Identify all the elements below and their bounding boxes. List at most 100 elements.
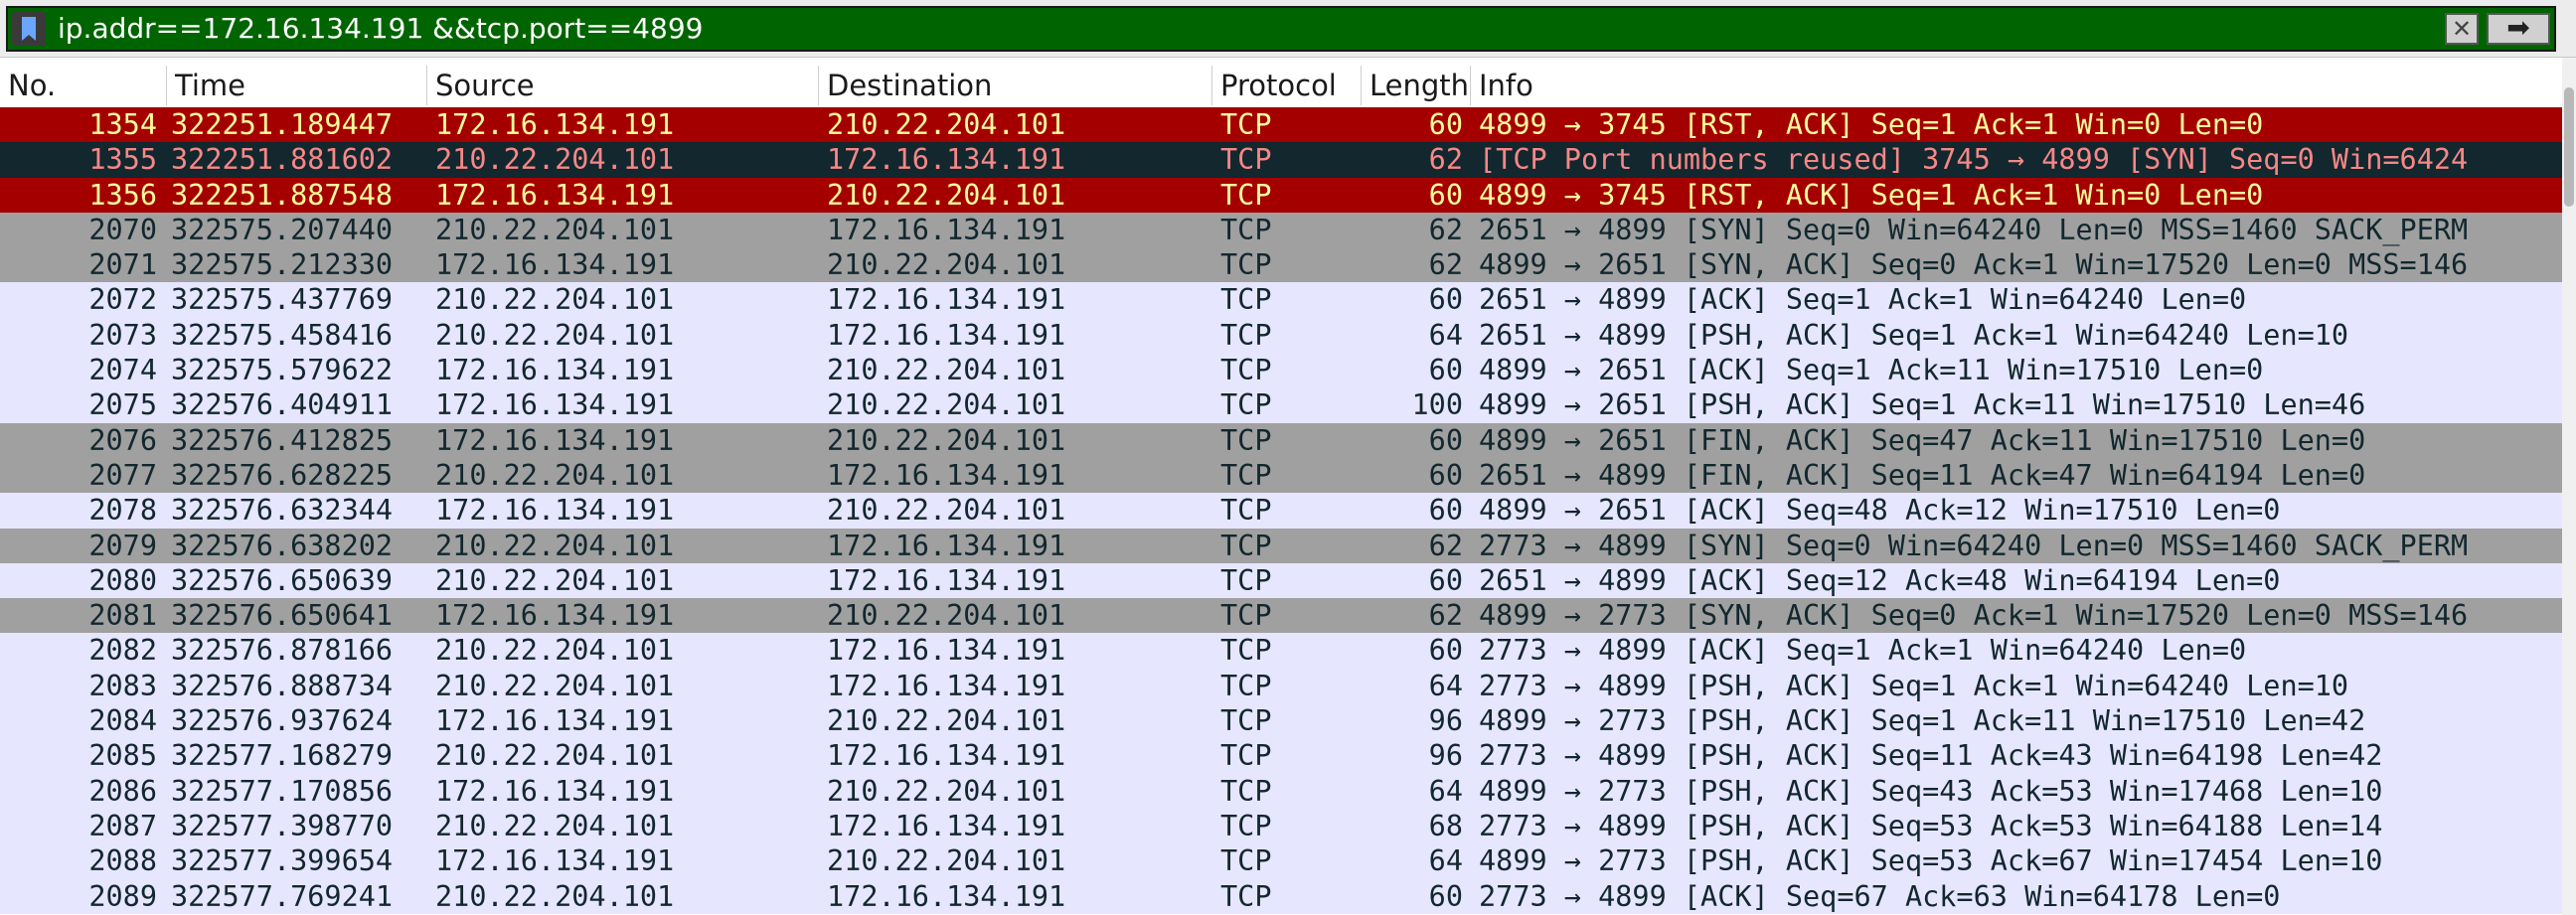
packet-row[interactable]: 2070 322575.207440 210.22.204.101 172.16.13… bbox=[0, 212, 2576, 248]
packet-row[interactable]: 2080 322576.650639 210.22.204.101 172.16.13… bbox=[0, 562, 2576, 599]
packet-row[interactable]: 2079 322576.638202 210.22.204.101 172.16.13… bbox=[0, 528, 2576, 563]
packet-number: 2076 bbox=[88, 423, 157, 457]
column-header-info[interactable]: Info bbox=[1471, 66, 2562, 105]
packet-time: 322577.399654 bbox=[171, 844, 394, 878]
packet-source: 210.22.204.101 bbox=[435, 634, 675, 668]
packet-info: 2651 → 4899 [FIN, ACK] Seq=11 Ack=47 Win… bbox=[1479, 458, 2366, 492]
packet-length: 68 bbox=[1428, 809, 1463, 842]
packet-row[interactable]: 2073 322575.458416 210.22.204.101 172.16.13… bbox=[0, 317, 2576, 354]
packet-protocol: TCP bbox=[1220, 388, 1272, 422]
packet-source: 210.22.204.101 bbox=[435, 739, 675, 773]
packet-info: 2651 → 4899 [SYN] Seq=0 Win=64240 Len=0 … bbox=[1479, 213, 2469, 246]
packet-destination: 210.22.204.101 bbox=[827, 599, 1066, 633]
packet-row[interactable]: 2083 322576.888734 210.22.204.101 172.16.13… bbox=[0, 668, 2576, 704]
packet-row[interactable]: 2078 322576.632344 172.16.134.191 210.22.20… bbox=[0, 493, 2576, 529]
packet-source: 210.22.204.101 bbox=[435, 669, 675, 702]
packet-row[interactable]: 2084 322576.937624 172.16.134.191 210.22.20… bbox=[0, 703, 2576, 739]
column-header-time[interactable]: Time bbox=[167, 66, 427, 105]
packet-row[interactable]: 2071 322575.212330 172.16.134.191 210.22.20… bbox=[0, 247, 2576, 283]
display-filter-input[interactable] bbox=[58, 8, 2433, 50]
packet-protocol: TCP bbox=[1220, 774, 1272, 808]
packet-source: 172.16.134.191 bbox=[435, 704, 675, 738]
packet-destination: 210.22.204.101 bbox=[827, 704, 1066, 738]
filter-bookmark-button[interactable] bbox=[12, 12, 46, 46]
packet-source: 172.16.134.191 bbox=[435, 494, 675, 528]
scrollbar-thumb[interactable] bbox=[2564, 87, 2574, 207]
packet-number: 2080 bbox=[88, 563, 157, 597]
packet-time: 322251.887548 bbox=[171, 178, 394, 212]
packet-number: 1356 bbox=[88, 178, 157, 212]
packet-info: 2773 → 4899 [PSH, ACK] Seq=1 Ack=1 Win=6… bbox=[1479, 669, 2349, 702]
packet-row[interactable]: 2074 322575.579622 172.16.134.191 210.22.20… bbox=[0, 353, 2576, 388]
column-header-length[interactable]: Length bbox=[1362, 66, 1471, 105]
packet-info: 4899 → 2651 [SYN, ACK] Seq=0 Ack=1 Win=1… bbox=[1479, 248, 2469, 282]
packet-time: 322575.458416 bbox=[171, 318, 394, 352]
packet-destination: 210.22.204.101 bbox=[827, 423, 1066, 457]
packet-info: 2773 → 4899 [PSH, ACK] Seq=53 Ack=53 Win… bbox=[1479, 809, 2383, 842]
packet-length: 62 bbox=[1428, 213, 1463, 246]
packet-time: 322576.628225 bbox=[171, 458, 394, 492]
packet-time: 322577.168279 bbox=[171, 739, 394, 773]
packet-source: 172.16.134.191 bbox=[435, 774, 675, 808]
column-header-source[interactable]: Source bbox=[427, 66, 819, 105]
packet-row[interactable]: 1354 322251.189447 172.16.134.191 210.22.20… bbox=[0, 107, 2576, 143]
packet-info: 4899 → 2651 [ACK] Seq=1 Ack=11 Win=17510… bbox=[1479, 354, 2264, 387]
packet-time: 322576.888734 bbox=[171, 669, 394, 702]
packet-list: No. Time Source Destination Protocol Len… bbox=[0, 58, 2576, 915]
packet-row[interactable]: 2076 322576.412825 172.16.134.191 210.22.20… bbox=[0, 422, 2576, 458]
packet-destination: 172.16.134.191 bbox=[827, 739, 1066, 773]
column-header-destination[interactable]: Destination bbox=[819, 66, 1212, 105]
packet-protocol: TCP bbox=[1220, 423, 1272, 457]
packet-row[interactable]: 2087 322577.398770 210.22.204.101 172.16.13… bbox=[0, 808, 2576, 844]
packet-number: 1355 bbox=[88, 143, 157, 177]
packet-protocol: TCP bbox=[1220, 809, 1272, 842]
packet-protocol: TCP bbox=[1220, 318, 1272, 352]
packet-length: 64 bbox=[1428, 318, 1463, 352]
packet-destination: 172.16.134.191 bbox=[827, 458, 1066, 492]
packet-time: 322576.632344 bbox=[171, 494, 394, 528]
packet-time: 322251.189447 bbox=[171, 108, 394, 141]
packet-source: 210.22.204.101 bbox=[435, 143, 675, 177]
apply-filter-button[interactable]: ➡ bbox=[2487, 13, 2550, 45]
packet-length: 64 bbox=[1428, 774, 1463, 808]
packet-destination: 172.16.134.191 bbox=[827, 318, 1066, 352]
packet-length: 60 bbox=[1428, 634, 1463, 668]
packet-time: 322577.398770 bbox=[171, 809, 394, 842]
packet-number: 2081 bbox=[88, 599, 157, 633]
packet-row[interactable]: 2086 322577.170856 172.16.134.191 210.22.20… bbox=[0, 773, 2576, 809]
packet-protocol: TCP bbox=[1220, 108, 1272, 141]
packet-row[interactable]: 2081 322576.650641 172.16.134.191 210.22.20… bbox=[0, 598, 2576, 634]
packet-time: 322576.878166 bbox=[171, 634, 394, 668]
packet-length: 60 bbox=[1428, 458, 1463, 492]
packet-destination: 210.22.204.101 bbox=[827, 844, 1066, 878]
packet-row[interactable]: 1355 322251.881602 210.22.204.101 172.16.13… bbox=[0, 142, 2576, 178]
column-header-protocol[interactable]: Protocol bbox=[1212, 66, 1362, 105]
packet-info: 2773 → 4899 [ACK] Seq=1 Ack=1 Win=64240 … bbox=[1479, 634, 2247, 668]
packet-source: 210.22.204.101 bbox=[435, 809, 675, 842]
packet-destination: 172.16.134.191 bbox=[827, 283, 1066, 317]
packet-row[interactable]: 2072 322575.437769 210.22.204.101 172.16.13… bbox=[0, 282, 2576, 318]
packet-row[interactable]: 2085 322577.168279 210.22.204.101 172.16.13… bbox=[0, 738, 2576, 774]
packet-row[interactable]: 2088 322577.399654 172.16.134.191 210.22.20… bbox=[0, 843, 2576, 879]
packet-time: 322576.650641 bbox=[171, 599, 394, 633]
packet-row[interactable]: 2082 322576.878166 210.22.204.101 172.16.13… bbox=[0, 633, 2576, 669]
packet-length: 62 bbox=[1428, 529, 1463, 562]
packet-protocol: TCP bbox=[1220, 879, 1272, 913]
packet-length: 62 bbox=[1428, 248, 1463, 282]
packet-list-scrollbar[interactable] bbox=[2562, 58, 2576, 915]
clear-filter-button[interactable]: ✕ bbox=[2445, 13, 2479, 45]
packet-length: 60 bbox=[1428, 178, 1463, 212]
packet-row[interactable]: 2089 322577.769241 210.22.204.101 172.16.13… bbox=[0, 878, 2576, 914]
packet-info: [TCP Port numbers reused] 3745 → 4899 [S… bbox=[1479, 143, 2469, 177]
packet-length: 96 bbox=[1428, 739, 1463, 773]
packet-time: 322575.212330 bbox=[171, 248, 394, 282]
packet-source: 210.22.204.101 bbox=[435, 529, 675, 562]
packet-number: 2088 bbox=[88, 844, 157, 878]
packet-row[interactable]: 2075 322576.404911 172.16.134.191 210.22.20… bbox=[0, 387, 2576, 423]
packet-row[interactable]: 1356 322251.887548 172.16.134.191 210.22.20… bbox=[0, 177, 2576, 213]
packet-source: 172.16.134.191 bbox=[435, 178, 675, 212]
packet-protocol: TCP bbox=[1220, 634, 1272, 668]
packet-row[interactable]: 2077 322576.628225 210.22.204.101 172.16.13… bbox=[0, 457, 2576, 494]
column-header-no[interactable]: No. bbox=[0, 66, 167, 105]
packet-source: 210.22.204.101 bbox=[435, 563, 675, 597]
